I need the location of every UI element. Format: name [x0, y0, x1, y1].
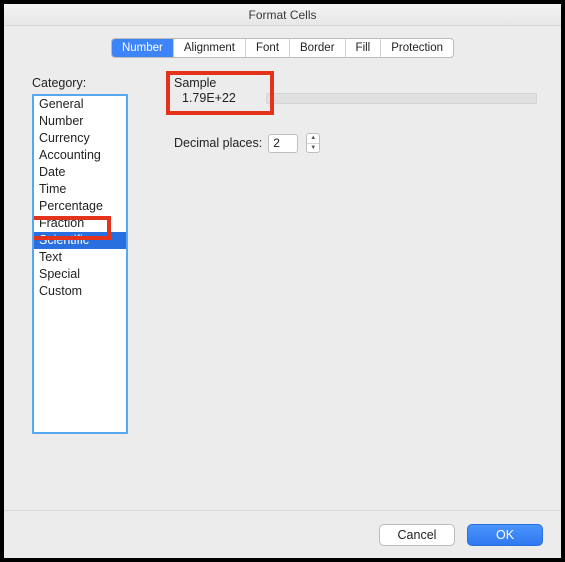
- category-item-currency[interactable]: Currency: [34, 130, 126, 147]
- tab-protection[interactable]: Protection: [381, 39, 453, 57]
- dialog-title: Format Cells: [4, 4, 561, 26]
- decimal-places-stepper[interactable]: ▲ ▼: [306, 133, 320, 153]
- format-cells-dialog: Format Cells Number Alignment Font Borde…: [4, 4, 561, 558]
- sample-label: Sample: [174, 76, 543, 90]
- decimal-places-row: Decimal places: ▲ ▼: [174, 133, 543, 153]
- tab-bar: Number Alignment Font Border Fill Protec…: [4, 26, 561, 66]
- tab-border[interactable]: Border: [290, 39, 346, 57]
- category-item-text[interactable]: Text: [34, 249, 126, 266]
- dialog-body: Category: General Number Currency Accoun…: [4, 66, 561, 510]
- decimal-places-input[interactable]: [268, 134, 298, 153]
- category-listbox[interactable]: General Number Currency Accounting Date …: [32, 94, 128, 434]
- category-item-percentage[interactable]: Percentage: [34, 198, 126, 215]
- category-item-custom[interactable]: Custom: [34, 283, 126, 300]
- sample-preview-bar: [266, 93, 537, 104]
- category-item-general[interactable]: General: [34, 96, 126, 113]
- category-item-accounting[interactable]: Accounting: [34, 147, 126, 164]
- category-column: Category: General Number Currency Accoun…: [32, 76, 150, 504]
- tab-number[interactable]: Number: [112, 39, 174, 57]
- dialog-footer: Cancel OK: [4, 510, 561, 558]
- tab-fill[interactable]: Fill: [346, 39, 382, 57]
- tab-alignment[interactable]: Alignment: [174, 39, 246, 57]
- category-item-fraction[interactable]: Fraction: [34, 215, 126, 232]
- settings-column: Sample 1.79E+22 Decimal places: ▲ ▼: [150, 76, 543, 504]
- category-item-time[interactable]: Time: [34, 181, 126, 198]
- category-item-special[interactable]: Special: [34, 266, 126, 283]
- stepper-down-icon[interactable]: ▼: [307, 144, 319, 153]
- category-item-number[interactable]: Number: [34, 113, 126, 130]
- tab-font[interactable]: Font: [246, 39, 290, 57]
- category-label: Category:: [32, 76, 150, 90]
- decimal-places-label: Decimal places:: [174, 136, 262, 150]
- sample-block: Sample 1.79E+22: [174, 76, 543, 105]
- stepper-up-icon[interactable]: ▲: [307, 134, 319, 144]
- tab-segmented-control: Number Alignment Font Border Fill Protec…: [111, 38, 454, 58]
- category-item-date[interactable]: Date: [34, 164, 126, 181]
- sample-value: 1.79E+22: [174, 91, 266, 105]
- ok-button[interactable]: OK: [467, 524, 543, 546]
- cancel-button[interactable]: Cancel: [379, 524, 455, 546]
- category-item-scientific[interactable]: Scientific: [32, 232, 128, 249]
